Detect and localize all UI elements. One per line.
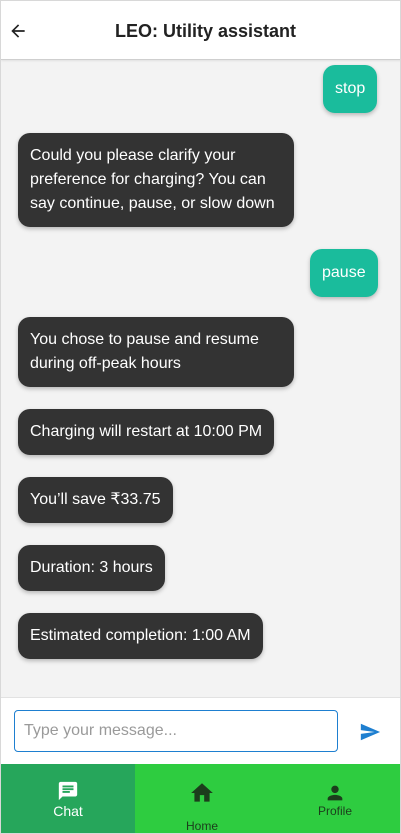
nav-label-chat: Chat xyxy=(53,803,83,819)
bot-message: You’ll save ₹33.75 xyxy=(18,477,173,523)
composer-bar xyxy=(1,697,400,764)
nav-item-home[interactable]: Home xyxy=(135,764,269,833)
nav-label-home: Home xyxy=(185,819,218,833)
bot-message: Could you please clarify your preference… xyxy=(18,133,294,227)
home-icon xyxy=(191,783,213,802)
send-icon xyxy=(360,723,381,741)
bot-message: You chose to pause and resume during off… xyxy=(18,317,294,387)
user-message: pause xyxy=(310,249,378,297)
bot-message: Charging will restart at 10:00 PM xyxy=(18,409,275,455)
bot-message: Estimated completion: 1:00 AM xyxy=(18,613,263,659)
nav-label-profile: Profile xyxy=(317,804,352,818)
nav-item-chat[interactable]: Chat xyxy=(1,764,135,833)
person-icon xyxy=(327,785,343,801)
message-input[interactable] xyxy=(14,710,338,752)
bot-message: Duration: 3 hours xyxy=(18,545,165,591)
app-frame: LEO: Utility assistant stop Could you pl… xyxy=(0,0,401,834)
user-message: stop xyxy=(323,65,378,113)
app-header: LEO: Utility assistant xyxy=(1,1,400,60)
bottom-nav: Chat Home Profile xyxy=(1,764,400,833)
message-list[interactable]: stop Could you please clarify your prefe… xyxy=(1,60,400,697)
nav-item-profile[interactable]: Profile xyxy=(268,764,400,833)
chat-icon xyxy=(58,781,78,801)
send-button[interactable] xyxy=(353,718,387,746)
page-title: LEO: Utility assistant xyxy=(114,21,297,41)
